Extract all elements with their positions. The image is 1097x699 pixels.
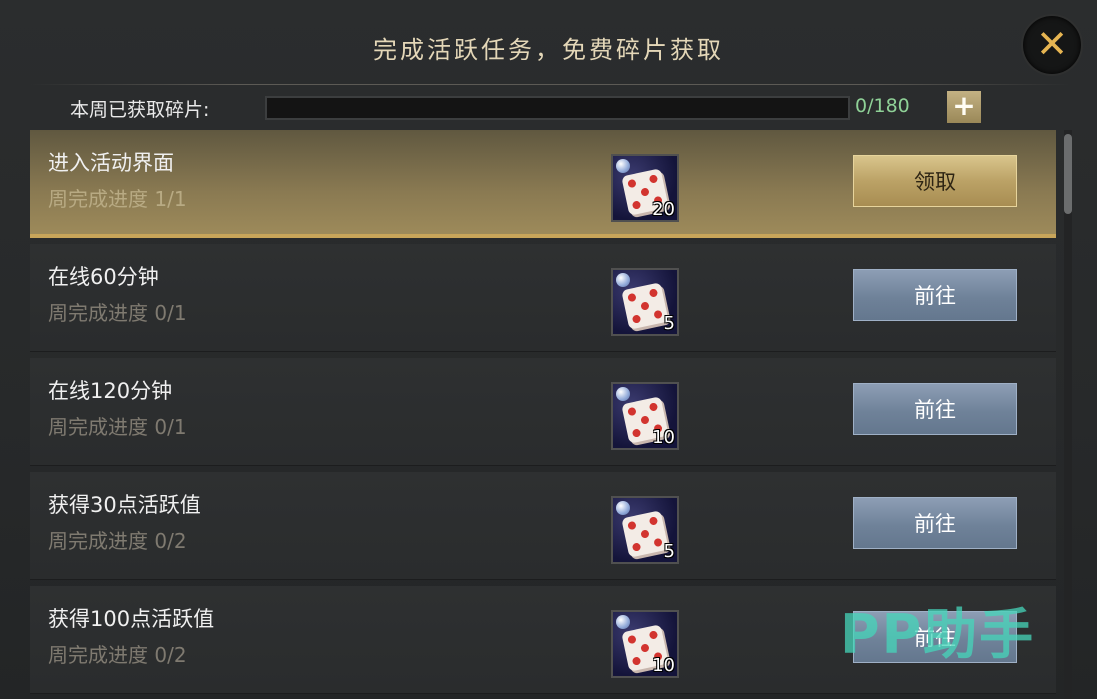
- gem-icon: [616, 615, 630, 629]
- dice-icon: [621, 282, 669, 330]
- fragment-count: 0/180: [855, 95, 910, 117]
- gem-icon: [616, 273, 630, 287]
- close-icon: ✕: [1036, 22, 1068, 66]
- scrollbar-thumb[interactable]: [1064, 134, 1072, 214]
- reward-quantity: 20: [652, 199, 675, 220]
- task-progress: 周完成进度 1/1: [48, 187, 187, 211]
- task-row: 在线60分钟 周完成进度 0/1 5 前往: [30, 244, 1056, 352]
- close-button[interactable]: ✕: [1021, 14, 1083, 76]
- task-progress: 周完成进度 0/2: [48, 529, 187, 553]
- reward-quantity: 10: [652, 427, 675, 448]
- task-progress: 周完成进度 0/2: [48, 643, 187, 667]
- goto-button[interactable]: 前往: [853, 383, 1017, 435]
- goto-button[interactable]: 前往: [853, 269, 1017, 321]
- scrollbar[interactable]: [1064, 130, 1072, 699]
- reward-quantity: 10: [652, 655, 675, 676]
- dice-icon: [621, 510, 669, 558]
- fragment-progress-bar: [265, 96, 850, 120]
- reward-item-icon[interactable]: 5: [611, 496, 679, 564]
- goto-button[interactable]: 前往: [853, 497, 1017, 549]
- reward-item-icon[interactable]: 20: [611, 154, 679, 222]
- task-progress: 周完成进度 0/1: [48, 301, 187, 325]
- reward-item-icon[interactable]: 10: [611, 610, 679, 678]
- reward-item-icon[interactable]: 10: [611, 382, 679, 450]
- watermark-logo: PP助手: [840, 603, 1036, 666]
- task-name: 进入活动界面: [48, 151, 174, 175]
- gem-icon: [616, 387, 630, 401]
- task-progress: 周完成进度 0/1: [48, 415, 187, 439]
- claim-button[interactable]: 领取: [853, 155, 1017, 207]
- task-name: 在线120分钟: [48, 379, 173, 403]
- task-row: 进入活动界面 周完成进度 1/1 20 领取: [30, 130, 1056, 238]
- task-name: 获得100点活跃值: [48, 607, 215, 631]
- reward-quantity: 5: [663, 541, 675, 562]
- add-fragment-button[interactable]: +: [947, 91, 981, 123]
- task-name: 获得30点活跃值: [48, 493, 201, 517]
- fragment-label: 本周已获取碎片:: [70, 99, 210, 121]
- reward-item-icon[interactable]: 5: [611, 268, 679, 336]
- title-divider: [30, 84, 1070, 85]
- task-row: 在线120分钟 周完成进度 0/1 10 前往: [30, 358, 1056, 466]
- gem-icon: [616, 501, 630, 515]
- task-row: 获得30点活跃值 周完成进度 0/2 5 前往: [30, 472, 1056, 580]
- gem-icon: [616, 159, 630, 173]
- reward-quantity: 5: [663, 313, 675, 334]
- task-name: 在线60分钟: [48, 265, 159, 289]
- dialog-title: 完成活跃任务，免费碎片获取: [373, 36, 724, 64]
- task-dialog: 完成活跃任务，免费碎片获取 ✕ 本周已获取碎片: 0/180 + 进入活动界面 …: [0, 0, 1097, 699]
- plus-icon: +: [952, 89, 976, 122]
